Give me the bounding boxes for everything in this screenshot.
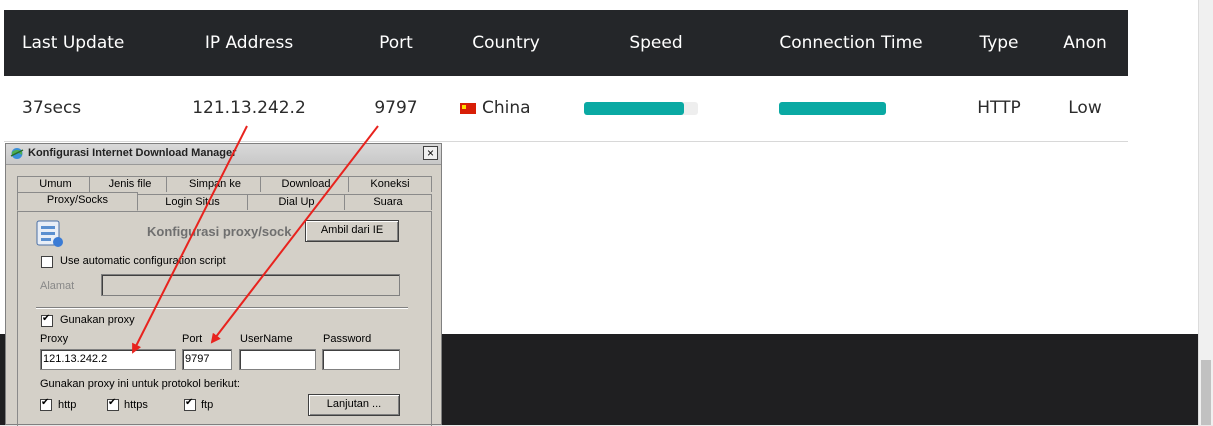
cell-ip-address: 121.13.242.2	[192, 98, 306, 119]
header-type[interactable]: Type	[956, 10, 1042, 76]
tab-jenis-file[interactable]: Jenis file	[89, 176, 171, 192]
username-label: UserName	[240, 333, 293, 345]
cell-speed	[566, 76, 746, 141]
china-flag-icon	[460, 102, 476, 114]
table-row[interactable]: 37secs 121.13.242.2 9797 China HTTP Low	[4, 76, 1128, 141]
cell-port: 9797	[374, 98, 418, 119]
ftp-label: ftp	[201, 399, 214, 411]
tab-simpan-ke[interactable]: Simpan ke	[166, 176, 264, 192]
https-checkbox[interactable]	[107, 397, 119, 411]
http-label: http	[58, 399, 77, 411]
tab-dial-up[interactable]: Dial Up	[247, 194, 346, 210]
tab-suara[interactable]: Suara	[344, 194, 432, 210]
scrollbar-thumb[interactable]	[1201, 360, 1211, 425]
proxy-input[interactable]: 121.13.242.2	[40, 349, 176, 370]
header-country[interactable]: Country	[446, 10, 566, 76]
connection-time-bar	[779, 101, 886, 115]
gunakan-proxy-checkbox[interactable]	[41, 313, 53, 327]
gunakan-proxy-label: Gunakan proxy	[60, 314, 135, 326]
cell-last-update: 37secs	[22, 98, 82, 119]
table-header-row: Last Update IP Address Port Country Spee…	[4, 10, 1128, 76]
port-label: Port	[182, 333, 203, 345]
cell-connection-time	[746, 76, 956, 141]
lanjutan-button[interactable]: Lanjutan ...	[308, 394, 400, 416]
tab-koneksi[interactable]: Koneksi	[348, 176, 432, 192]
auto-config-checkbox[interactable]	[41, 256, 53, 268]
idm-config-dialog: Konfigurasi Internet Download Manager × …	[5, 143, 442, 426]
protocol-label: Gunakan proxy ini untuk protokol berikut…	[40, 378, 240, 390]
https-label: https	[124, 399, 148, 411]
alamat-label: Alamat	[40, 280, 75, 292]
separator	[36, 307, 408, 309]
network-config-icon	[36, 220, 63, 247]
section-heading: Konfigurasi proxy/sock	[147, 224, 292, 239]
speed-bar	[584, 101, 698, 115]
header-connection-time[interactable]: Connection Time	[746, 10, 956, 76]
tab-proxy-socks[interactable]: Proxy/Socks	[17, 192, 138, 211]
connection-time-bar-fill	[779, 101, 886, 115]
alamat-input[interactable]	[101, 274, 400, 296]
ambil-dari-ie-button[interactable]: Ambil dari IE	[305, 220, 399, 242]
vertical-scrollbar[interactable]	[1198, 0, 1213, 425]
username-input[interactable]	[239, 349, 316, 370]
header-anon[interactable]: Anon	[1042, 10, 1128, 76]
ftp-checkbox[interactable]	[184, 397, 196, 411]
tab-umum[interactable]: Umum	[17, 176, 94, 192]
password-input[interactable]	[322, 349, 400, 370]
proxy-list-table: Last Update IP Address Port Country Spee…	[4, 10, 1128, 142]
tab-download[interactable]: Download	[260, 176, 352, 192]
header-last-update[interactable]: Last Update	[4, 10, 152, 76]
tab-login-situs[interactable]: Login Situs	[136, 194, 249, 210]
proxy-label: Proxy	[40, 333, 69, 345]
port-input[interactable]: 9797	[182, 349, 232, 370]
speed-bar-fill	[584, 101, 685, 115]
auto-config-label: Use automatic configuration script	[60, 255, 226, 267]
dialog-title: Konfigurasi Internet Download Manager	[28, 147, 237, 159]
password-label: Password	[323, 333, 372, 345]
country-name: China	[482, 98, 531, 119]
cell-type: HTTP	[977, 98, 1021, 119]
cell-country: China	[446, 76, 566, 141]
cell-anon: Low	[1068, 98, 1102, 119]
idm-globe-icon	[10, 148, 24, 159]
header-port[interactable]: Port	[346, 10, 446, 76]
close-button[interactable]: ×	[423, 146, 438, 160]
dialog-titlebar[interactable]: Konfigurasi Internet Download Manager ×	[6, 144, 441, 165]
http-checkbox[interactable]	[40, 397, 52, 411]
header-ip-address[interactable]: IP Address	[152, 10, 346, 76]
header-speed[interactable]: Speed	[566, 10, 746, 76]
